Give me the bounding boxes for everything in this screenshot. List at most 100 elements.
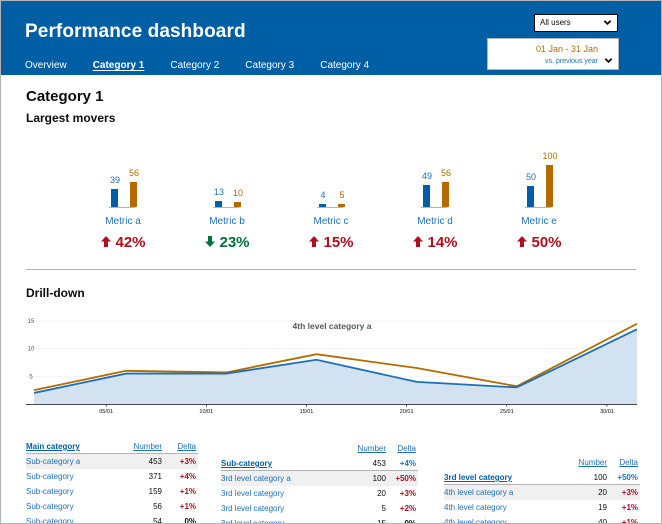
metric-delta: 15% xyxy=(291,234,371,251)
column-header-delta[interactable]: +4% xyxy=(400,459,416,468)
table-row: Sub-category 159 +1% xyxy=(26,484,198,499)
delta-cell: +3% xyxy=(179,457,196,466)
table-row: Sub-category 56 +1% xyxy=(26,499,198,514)
third-level-table: Number Delta 3rd level category 100 +50% 4th … xyxy=(444,455,640,524)
category-link[interactable]: 3rd level category xyxy=(221,489,284,498)
arrow-up-icon xyxy=(309,236,320,247)
number-cell: 453 xyxy=(148,457,162,466)
metric-label[interactable]: Metric d xyxy=(395,216,475,227)
column-header-number[interactable]: Number xyxy=(134,442,162,451)
category-link[interactable]: Sub-category xyxy=(26,517,74,523)
metric-label[interactable]: Metric a xyxy=(83,216,163,227)
bar-baseline xyxy=(421,207,447,208)
category-link[interactable]: 4th level category xyxy=(444,518,507,523)
column-header-category[interactable]: 3rd level category xyxy=(444,473,512,482)
number-cell: 54 xyxy=(153,517,162,524)
delta-cell: +2% xyxy=(399,504,416,513)
number-cell: 100 xyxy=(372,474,386,483)
sub-category-table: Number Delta Sub-category 453 +4% 3rd level c… xyxy=(221,441,418,524)
current-bar xyxy=(423,185,430,207)
section-divider xyxy=(26,269,636,270)
current-value: 4 xyxy=(320,190,326,200)
dashboard-frame: Performance dashboard Overview Category … xyxy=(0,0,662,524)
current-bar xyxy=(111,189,118,207)
bar-baseline xyxy=(109,207,135,208)
metric-label[interactable]: Metric e xyxy=(499,216,579,227)
category-link[interactable]: Sub-category xyxy=(26,502,74,511)
current-value: 39 xyxy=(109,175,120,185)
main-category-table: Main category Number Delta Sub-category a 45… xyxy=(26,439,198,524)
x-tick-label: 25/01 xyxy=(500,409,514,415)
column-header-delta[interactable]: +50% xyxy=(617,473,638,482)
previous-bar xyxy=(546,165,553,207)
x-tick-label: 15/01 xyxy=(300,409,314,415)
table-row: 4th level category 19 +1% xyxy=(444,500,640,515)
delta-cell: +50% xyxy=(395,474,416,483)
tab-category-3[interactable]: Category 3 xyxy=(245,60,294,71)
tab-category-2[interactable]: Category 2 xyxy=(170,60,219,71)
metric-label[interactable]: Metric b xyxy=(187,216,267,227)
table-header-row: Number Delta xyxy=(444,455,640,470)
column-header-number[interactable]: Number xyxy=(358,444,386,453)
drilldown-heading: Drill-down xyxy=(26,286,85,300)
metric-delta-value: 50% xyxy=(531,234,562,251)
bar-baseline xyxy=(213,207,239,208)
column-header-delta[interactable]: Delta xyxy=(397,444,416,453)
category-link[interactable]: 3rd level category xyxy=(221,504,284,513)
tab-bar: Overview Category 1 Category 2 Category … xyxy=(25,60,395,71)
column-header-number[interactable]: Number xyxy=(579,458,607,467)
number-cell: 5 xyxy=(381,504,386,513)
table-header-row: Sub-category 453 +4% xyxy=(221,456,418,471)
previous-value: 10 xyxy=(232,188,243,198)
user-select[interactable]: All users xyxy=(534,14,618,32)
metric-label[interactable]: Metric c xyxy=(291,216,371,227)
delta-cell: +1% xyxy=(179,502,196,511)
column-header-number[interactable]: 453 xyxy=(373,459,386,468)
metric-card: 49 56 Metric d 14% xyxy=(395,136,475,256)
x-tick-label: 20/01 xyxy=(400,409,414,415)
category-link[interactable]: 3rd level category a xyxy=(221,474,291,483)
metric-card: 50 100 Metric e 50% xyxy=(499,136,579,256)
column-header-delta[interactable]: Delta xyxy=(177,442,196,451)
number-cell: 159 xyxy=(148,487,162,496)
current-bar xyxy=(527,186,534,207)
table-row: 4th level category a 20 +3% xyxy=(444,485,640,500)
tab-overview[interactable]: Overview xyxy=(25,60,67,71)
metric-card: 13 10 Metric b 23% xyxy=(187,136,267,256)
number-cell: 56 xyxy=(153,502,162,511)
column-header-category[interactable]: Main category xyxy=(26,442,80,451)
table-header-row: Number Delta xyxy=(221,441,418,456)
column-header-number[interactable]: 100 xyxy=(594,473,607,482)
metric-delta: 50% xyxy=(499,234,579,251)
y-tick-label: 15 xyxy=(28,319,35,325)
number-cell: 20 xyxy=(598,488,607,497)
date-range-value: 01 Jan - 31 Jan xyxy=(535,44,598,54)
table-header-row: Main category Number Delta xyxy=(26,439,198,454)
column-header-delta[interactable]: Delta xyxy=(619,458,638,467)
table-header-row: 3rd level category 100 +50% xyxy=(444,470,640,485)
date-range-picker[interactable]: 01 Jan - 31 Jan vs. previous year xyxy=(487,38,619,70)
drilldown-line-chart: 15 10 5 05/01 10/01 15/01 20/01 25/01 30/01 4th l… xyxy=(26,319,638,415)
table-row: Sub-category 54 0% xyxy=(26,514,198,524)
x-tick-label: 30/01 xyxy=(600,409,614,415)
delta-cell: +1% xyxy=(621,518,638,524)
tab-category-1[interactable]: Category 1 xyxy=(93,60,145,71)
metric-delta: 14% xyxy=(395,234,475,251)
number-cell: 40 xyxy=(598,518,607,524)
column-header-category[interactable]: Sub-category xyxy=(221,459,272,468)
y-tick-label: 10 xyxy=(28,347,35,353)
x-tick-label: 10/01 xyxy=(199,409,213,415)
tab-category-4[interactable]: Category 4 xyxy=(320,60,369,71)
category-link[interactable]: 4th level category xyxy=(444,503,507,512)
table-row: 3rd level category 20 +3% xyxy=(221,486,418,501)
category-link[interactable]: 4th level category a xyxy=(444,488,513,497)
category-link[interactable]: Sub-category a xyxy=(26,457,80,466)
series-area xyxy=(34,329,637,404)
category-link[interactable]: Sub-category xyxy=(26,472,74,481)
chevron-down-icon xyxy=(604,58,613,64)
metric-delta-value: 42% xyxy=(115,234,146,251)
number-cell: 15 xyxy=(377,519,386,524)
category-link[interactable]: 3rd level category xyxy=(221,519,284,523)
category-link[interactable]: Sub-category xyxy=(26,487,74,496)
table-row: 3rd level category a 100 +50% xyxy=(221,471,418,486)
